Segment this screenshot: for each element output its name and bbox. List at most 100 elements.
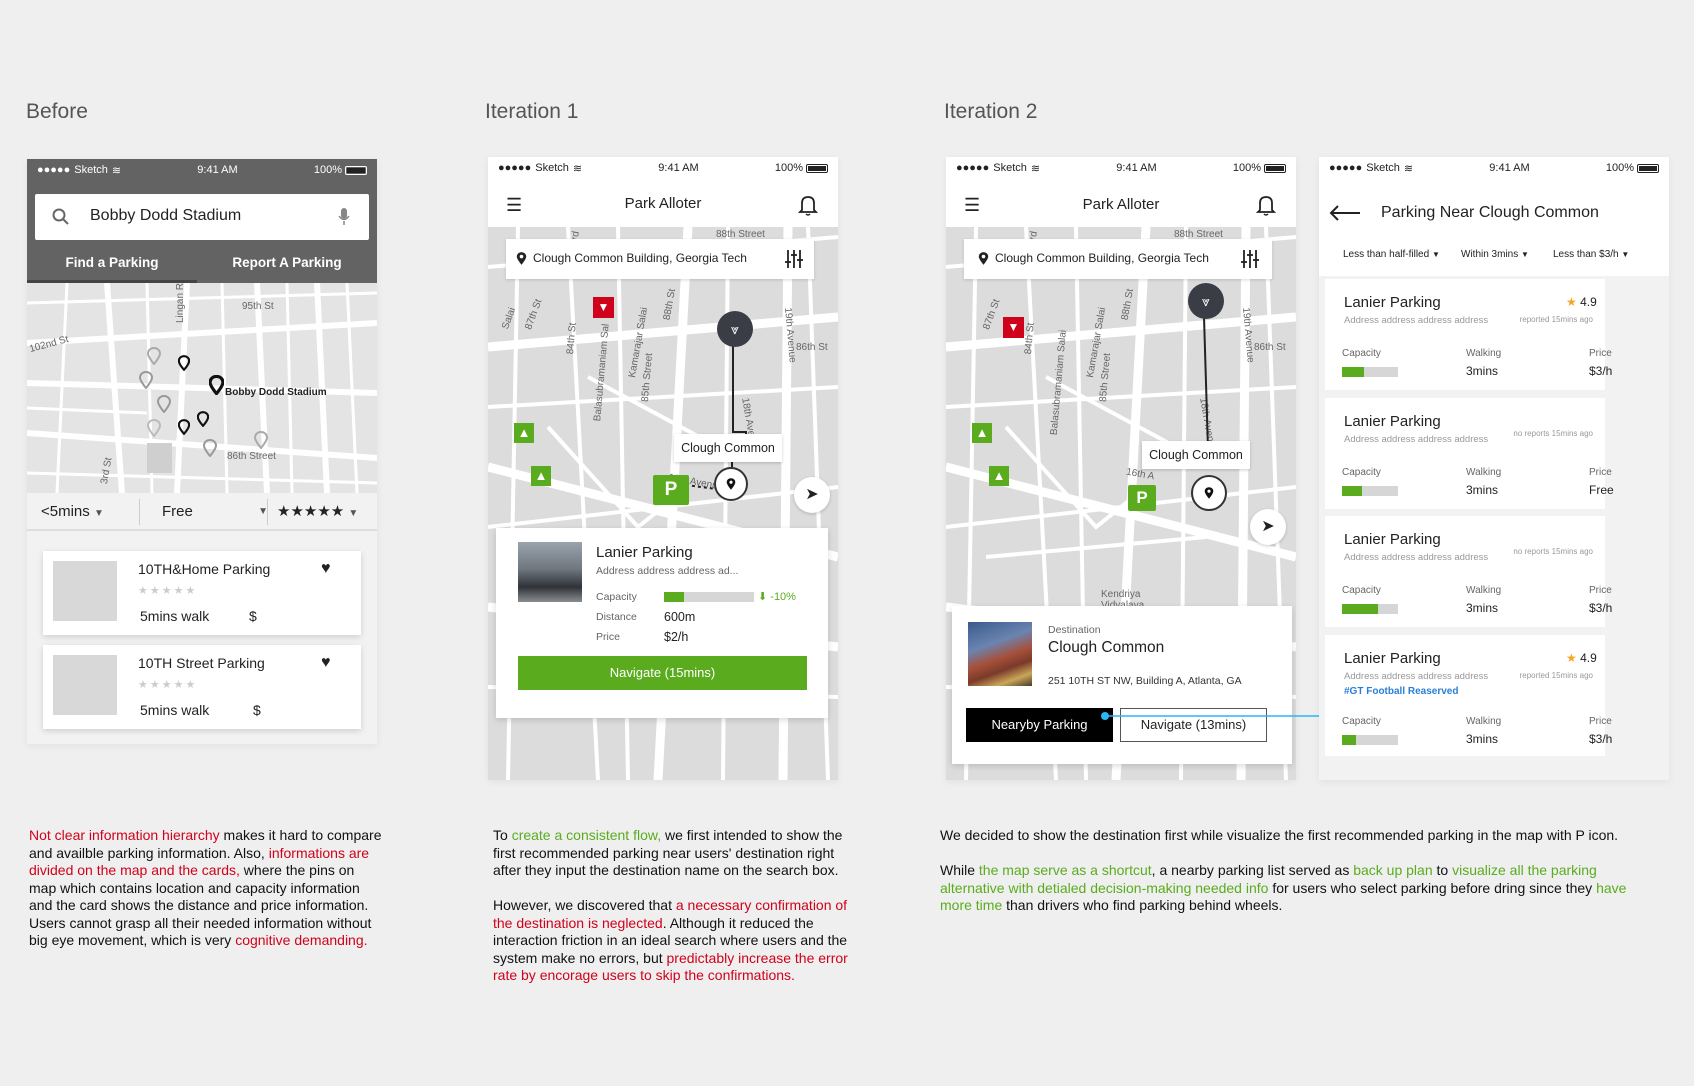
pin-icon[interactable] — [178, 355, 190, 371]
capacity-bar — [1342, 486, 1398, 496]
pin-icon[interactable] — [254, 431, 268, 449]
recommended-parking-card[interactable]: Lanier Parking Address address address a… — [496, 528, 828, 718]
wifi-icon: ≋ — [111, 164, 122, 177]
back-arrow-icon[interactable] — [1329, 205, 1361, 221]
capacity-delta: -10% — [770, 591, 796, 603]
chevron-down-icon: ▼ — [1431, 250, 1440, 259]
price-label: Price — [1589, 585, 1612, 596]
parking-p-icon[interactable]: P — [1128, 485, 1156, 511]
destination-pin-icon[interactable] — [714, 467, 748, 501]
bell-icon[interactable] — [798, 194, 818, 216]
filter-price[interactable]: Free ▼ — [162, 503, 272, 520]
filter-sliders-icon[interactable] — [1240, 249, 1260, 269]
note-text: to — [1432, 862, 1453, 878]
destination-pin-icon[interactable] — [209, 375, 224, 395]
capacity-label: Capacity — [1342, 348, 1381, 359]
parking-name: 10TH&Home Parking — [138, 561, 271, 577]
walking-value: 3mins — [1466, 364, 1499, 378]
before-map[interactable]: Lingan R 95th St 102nd St 86th Street 3r… — [27, 283, 377, 493]
nearby-parking-button[interactable]: Nearyby Parking — [966, 708, 1113, 742]
heart-icon[interactable]: ♥ — [321, 654, 331, 672]
chevron-down-icon: ▼ — [348, 508, 359, 519]
tab-report-parking[interactable]: Report A Parking — [197, 245, 377, 283]
price-level: $ — [249, 608, 257, 624]
search-input[interactable]: Bobby Dodd Stadium — [35, 194, 369, 240]
pin-icon[interactable] — [178, 419, 190, 435]
carrier-label: Sketch — [535, 162, 569, 174]
status-bar: ●●●●● Sketch ≋ 9:41 AM 100% — [1319, 157, 1669, 179]
walk-time: 5mins walk — [140, 702, 210, 718]
capacity-bar-fill — [1342, 486, 1362, 496]
rating: ★ 4.9 — [1566, 295, 1597, 309]
battery-label: 100% — [774, 162, 803, 174]
list-header: ●●●●● Sketch ≋ 9:41 AM 100% Parking Near C… — [1319, 157, 1669, 276]
street-label: 95th St — [242, 301, 274, 312]
pin-icon[interactable] — [147, 419, 161, 437]
filter-walking[interactable]: Within 3mins ▼ — [1461, 249, 1529, 260]
signal-icon: ●●●●● — [1329, 162, 1363, 174]
phone-iteration2: ●●●●● Sketch ≋ 9:41 AM 100% ☰ Park Alloter… — [946, 157, 1296, 780]
tab-find-parking[interactable]: Find a Parking — [27, 245, 197, 283]
pin-icon[interactable] — [203, 439, 217, 457]
filter-time[interactable]: <5mins ▼ — [41, 503, 104, 520]
trend-down-icon: ⬇ — [758, 591, 768, 603]
distance-label: Distance — [596, 611, 637, 623]
parking-p-icon[interactable]: P — [653, 475, 689, 505]
section-title-iteration1: Iteration 1 — [485, 100, 579, 123]
locate-me-icon[interactable]: ➤ — [1250, 509, 1286, 545]
note-text: for users who select parking before drin… — [1268, 879, 1597, 896]
street-label: 86th Street — [227, 451, 276, 462]
capacity-bar-fill — [664, 592, 684, 602]
list-item[interactable]: Lanier Parking Address address address ad… — [1325, 279, 1612, 390]
pin-icon[interactable] — [197, 411, 209, 427]
note-text: , a nearby parking list served as — [1151, 862, 1354, 878]
capacity-bar — [664, 592, 754, 602]
list-item[interactable]: Lanier Parking Address address address ad… — [1325, 398, 1614, 509]
pin-icon[interactable] — [139, 371, 153, 389]
walking-value: 3mins — [1466, 483, 1499, 497]
navigation-arrow-icon[interactable]: ⩔ — [717, 311, 753, 347]
report-status: no reports 15mins ago — [1513, 429, 1593, 438]
app-title: Park Alloter — [624, 195, 702, 212]
microphone-icon[interactable] — [338, 207, 350, 227]
event-tag[interactable]: #GT Football Reaserved — [1344, 686, 1458, 697]
phone-iteration1: ●●●●● Sketch ≋ 9:41 AM 100% ☰ Park Alloter… — [488, 157, 838, 780]
filter-capacity[interactable]: Less than half-filled ▼ — [1343, 249, 1440, 260]
capacity-label: Capacity — [1342, 585, 1381, 596]
capacity-bar-fill — [1342, 735, 1356, 745]
search-value: Clough Common Building, Georgia Tech — [995, 251, 1209, 265]
note-iteration2-paragraph1: We decided to show the destination first… — [940, 827, 1630, 845]
list-item[interactable]: Lanier Parking Address address address ad… — [1325, 516, 1612, 627]
parking-card[interactable]: 10TH&Home Parking ★★★★★ 5mins walk $ ♥ — [43, 551, 361, 635]
list-item[interactable]: Lanier Parking Address address address ad… — [1325, 635, 1612, 756]
filter-price[interactable]: Less than $3/h ▼ — [1553, 249, 1629, 260]
phone-before: ●●●●● Sketch ≋ 9:41 AM 100% Bobby Dodd Sta… — [27, 159, 377, 744]
filter-rating[interactable]: ★★★★★ ▼ — [277, 502, 358, 520]
heart-icon[interactable]: ♥ — [321, 560, 331, 578]
parking-card[interactable]: 10TH Street Parking ★★★★★ 5mins walk $ ♥ — [43, 645, 361, 729]
destination-pin-icon[interactable] — [1191, 475, 1227, 511]
location-pin-icon — [978, 252, 989, 265]
pin-icon[interactable] — [157, 395, 171, 413]
filter-sliders-icon[interactable] — [784, 249, 804, 269]
capacity-label: Capacity — [1342, 716, 1381, 727]
destination-search-input[interactable]: Clough Common Building, Georgia Tech — [506, 239, 814, 279]
walking-value: 3mins — [1466, 732, 1499, 746]
divider — [267, 499, 268, 525]
map-marker-label: Bobby Dodd Stadium — [225, 387, 327, 398]
navigation-arrow-icon[interactable]: ⩔ — [1188, 283, 1224, 319]
note-before: Not clear information hierarchy makes it… — [29, 827, 384, 950]
pin-icon[interactable] — [147, 347, 161, 365]
signal-icon: ●●●●● — [956, 162, 990, 174]
destination-card[interactable]: Destination Clough Common 251 10TH ST NW… — [952, 606, 1292, 764]
rating-value: 4.9 — [1580, 651, 1597, 665]
filter-walking-label: Within 3mins — [1461, 249, 1519, 260]
section-title-before: Before — [26, 100, 88, 123]
status-bar: ●●●●● Sketch ≋ 9:41 AM 100% — [27, 159, 377, 181]
parking-address: Address address address address — [1344, 434, 1489, 445]
destination-search-input[interactable]: Clough Common Building, Georgia Tech — [964, 239, 1272, 279]
locate-me-icon[interactable]: ➤ — [794, 477, 830, 513]
bell-icon[interactable] — [1256, 194, 1276, 216]
navigate-button[interactable]: Navigate (15mins) — [518, 656, 807, 690]
price-label: Price — [1589, 716, 1612, 727]
